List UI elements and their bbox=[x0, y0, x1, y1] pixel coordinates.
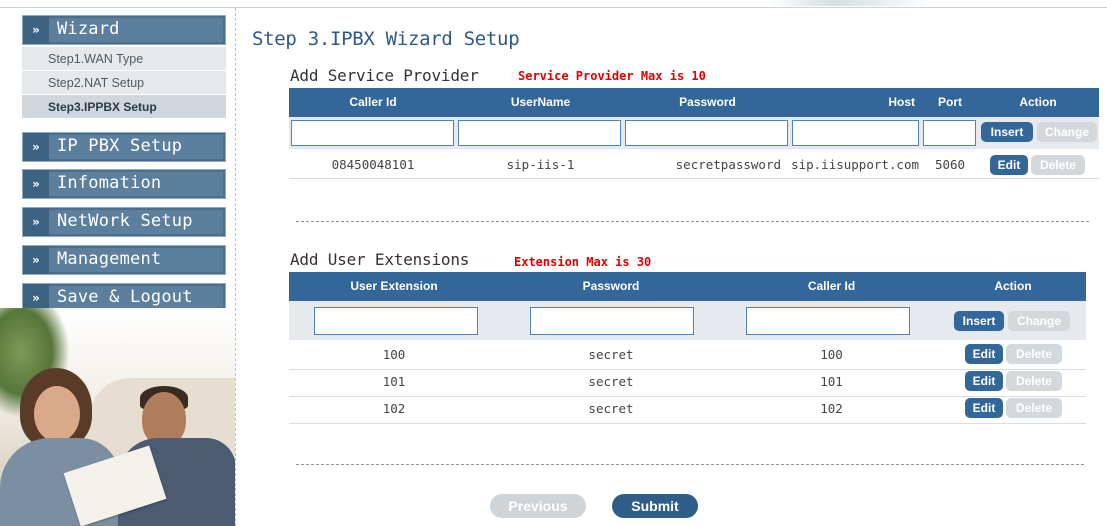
row-divider bbox=[289, 423, 1086, 424]
extension-caller-id: 101 bbox=[820, 374, 843, 389]
banner-graphic bbox=[770, 0, 930, 6]
port-input[interactable] bbox=[923, 120, 976, 146]
extension-number: 101 bbox=[382, 374, 406, 389]
double-chevron-icon: » bbox=[23, 133, 49, 161]
menu-label: NetWork Setup bbox=[57, 211, 193, 231]
sidebar-item-label: Step1.WAN Type bbox=[48, 52, 144, 66]
extension-number: 100 bbox=[382, 347, 406, 362]
edit-provider-button[interactable]: Edit bbox=[990, 155, 1028, 175]
column-host: Host bbox=[888, 95, 915, 109]
provider-caller-id: 08450048101 bbox=[331, 157, 415, 172]
user-extension-input-row: Insert Change bbox=[289, 301, 1086, 340]
insert-extension-button[interactable]: Insert bbox=[954, 311, 1004, 331]
extension-number: 102 bbox=[382, 401, 406, 416]
column-caller-id: Caller Id bbox=[807, 279, 856, 293]
menu-network-setup[interactable]: » NetWork Setup bbox=[22, 207, 226, 237]
service-provider-input-row: Insert Change bbox=[289, 117, 1099, 149]
provider-username: sip-iis-1 bbox=[506, 157, 575, 172]
service-provider-table-header: Caller Id UserName Password Host Port Ac… bbox=[289, 88, 1099, 117]
provider-host: sip.iisupport.com bbox=[791, 157, 919, 172]
menu-label: Management bbox=[57, 249, 162, 269]
sidebar-item-step2-nat-setup[interactable]: Step2.NAT Setup bbox=[22, 71, 226, 95]
page-title: Step 3.IPBX Wizard Setup bbox=[252, 28, 520, 50]
username-input[interactable] bbox=[458, 120, 621, 146]
section-divider bbox=[296, 221, 1089, 222]
menu-infomation[interactable]: » Infomation bbox=[22, 169, 226, 199]
caller-id-input[interactable] bbox=[291, 120, 454, 146]
sidebar-item-step1-wan-type[interactable]: Step1.WAN Type bbox=[22, 47, 226, 71]
insert-provider-button[interactable]: Insert bbox=[981, 122, 1033, 142]
sidebar-item-step3-ippbx-setup[interactable]: Step3.IPPBX Setup bbox=[22, 95, 226, 119]
double-chevron-icon: » bbox=[23, 170, 49, 198]
menu-label: Infomation bbox=[57, 173, 162, 193]
extension-caller-id: 100 bbox=[820, 347, 843, 362]
extension-limit-note: Extension Max is 30 bbox=[514, 255, 652, 269]
user-extensions-table-header: User Extension Password Caller Id Action bbox=[289, 272, 1086, 301]
provider-password: secretpassword bbox=[675, 157, 781, 172]
row-divider bbox=[289, 178, 1099, 179]
couple-photo bbox=[0, 308, 235, 526]
section-divider bbox=[296, 464, 1084, 465]
delete-extension-button[interactable]: Delete bbox=[1006, 371, 1062, 391]
menu-management[interactable]: » Management bbox=[22, 245, 226, 275]
double-chevron-icon: » bbox=[23, 208, 49, 236]
change-provider-button[interactable]: Change bbox=[1037, 122, 1097, 142]
edit-extension-button[interactable]: Edit bbox=[965, 371, 1003, 391]
edit-extension-button[interactable]: Edit bbox=[965, 398, 1003, 418]
menu-wizard-label: Wizard bbox=[57, 19, 120, 39]
sidebar-item-label: Step2.NAT Setup bbox=[48, 76, 145, 90]
column-password: Password bbox=[582, 279, 640, 293]
extension-password: secret bbox=[588, 401, 634, 416]
column-action: Action bbox=[994, 279, 1032, 293]
menu-wizard[interactable]: » Wizard bbox=[22, 15, 226, 45]
delete-provider-button[interactable]: Delete bbox=[1031, 155, 1085, 175]
extension-password-input[interactable] bbox=[530, 307, 694, 335]
extension-password: secret bbox=[588, 374, 634, 389]
column-port: Port bbox=[938, 95, 962, 109]
host-input[interactable] bbox=[792, 120, 919, 146]
service-provider-title: Add Service Provider bbox=[290, 66, 479, 85]
double-chevron-icon: » bbox=[23, 246, 49, 274]
column-caller-id: Caller Id bbox=[349, 95, 397, 109]
provider-port: 5060 bbox=[934, 157, 966, 172]
extension-caller-id: 102 bbox=[820, 401, 843, 416]
column-password: Password bbox=[679, 95, 736, 109]
extension-caller-id-input[interactable] bbox=[746, 307, 910, 335]
menu-ip-pbx-setup[interactable]: » IP PBX Setup bbox=[22, 132, 226, 162]
sidebar-item-label: Step3.IPPBX Setup bbox=[48, 100, 157, 114]
password-input[interactable] bbox=[625, 120, 788, 146]
menu-label: IP PBX Setup bbox=[57, 136, 183, 156]
top-banner-strip bbox=[0, 0, 1107, 8]
column-username: UserName bbox=[510, 95, 571, 109]
column-action: Action bbox=[1019, 95, 1057, 109]
service-provider-limit-note: Service Provider Max is 10 bbox=[518, 69, 706, 83]
extension-password: secret bbox=[588, 347, 634, 362]
user-extensions-title: Add User Extensions bbox=[290, 250, 470, 269]
edit-extension-button[interactable]: Edit bbox=[965, 344, 1003, 364]
delete-extension-button[interactable]: Delete bbox=[1006, 398, 1062, 418]
submit-button[interactable]: Submit bbox=[612, 494, 698, 518]
previous-button[interactable]: Previous bbox=[490, 494, 586, 518]
sidebar: » Wizard Step1.WAN Type Step2.NAT Setup … bbox=[0, 8, 236, 526]
delete-extension-button[interactable]: Delete bbox=[1006, 344, 1062, 364]
change-extension-button[interactable]: Change bbox=[1008, 311, 1070, 331]
column-user-extension: User Extension bbox=[350, 279, 438, 293]
double-chevron-icon: » bbox=[23, 16, 49, 44]
user-extension-input[interactable] bbox=[314, 307, 478, 335]
